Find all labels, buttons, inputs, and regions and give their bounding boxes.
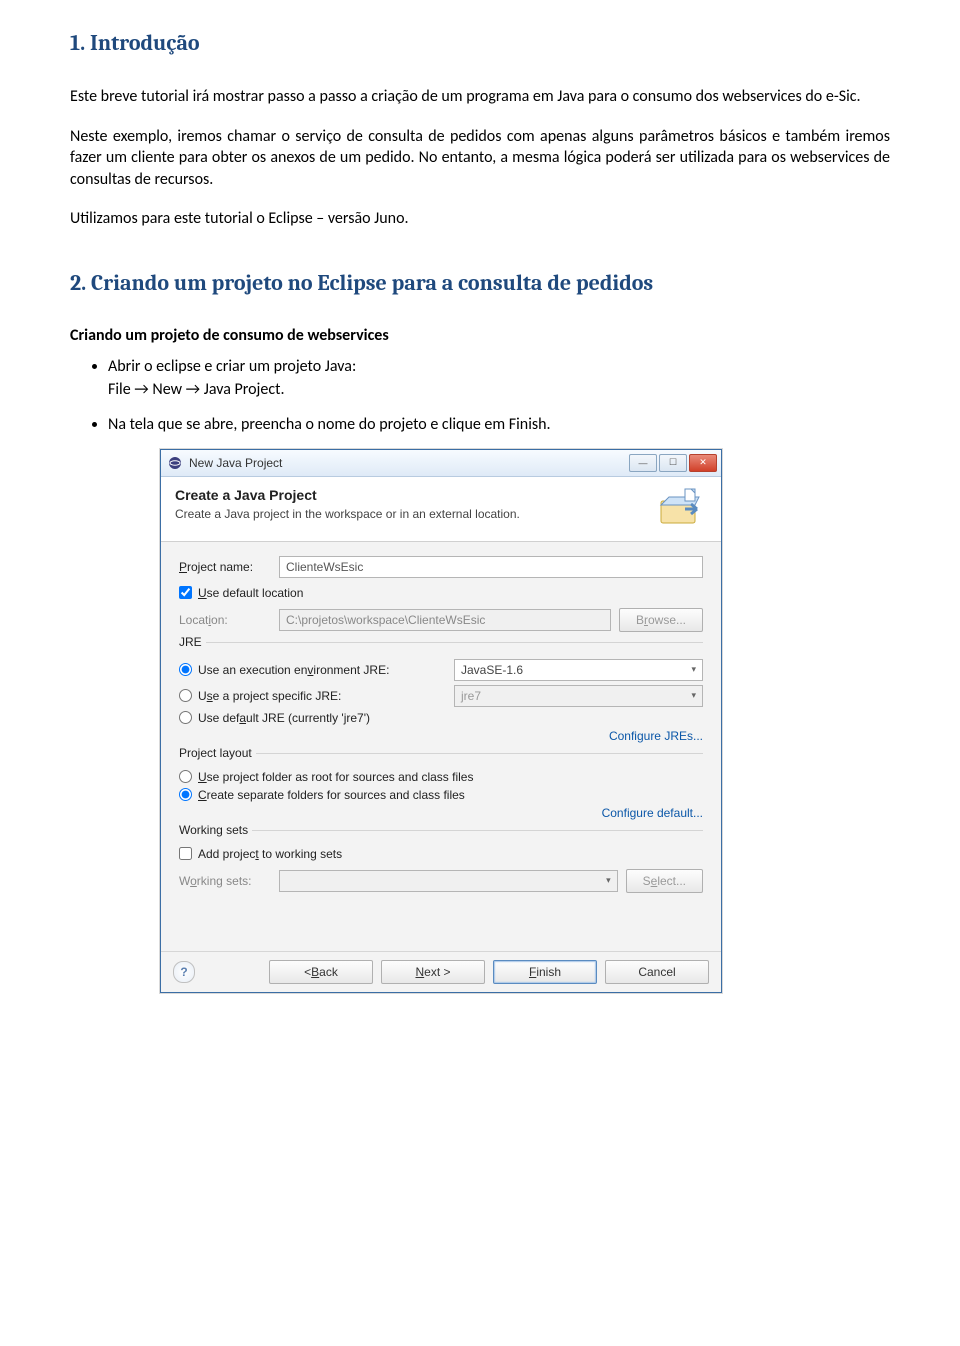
jre-env-value: JavaSE-1.6 (461, 663, 523, 677)
workingsets-group: Working sets Add project to working sets… (179, 830, 703, 893)
subheading: Criando um projeto de consumo de webserv… (70, 326, 890, 345)
list-item: Na tela que se abre, preencha o nome do … (108, 413, 890, 436)
dialog-body: Project name: ClienteWsEsic Use default … (161, 542, 721, 951)
layout-separate-label: Create separate folders for sources and … (198, 788, 465, 802)
title-bar: New Java Project — ☐ ✕ (161, 450, 721, 477)
folder-icon (655, 487, 707, 531)
location-label: Location: (179, 613, 279, 627)
location-input: C:\projetos\workspace\ClienteWsEsic (279, 609, 611, 631)
list-text: Abrir o eclipse e criar um projeto Java: (108, 357, 356, 376)
banner-subtitle: Create a Java project in the workspace o… (175, 507, 647, 521)
jre-specific-combo: jre7 ▾ (454, 685, 703, 707)
chevron-down-icon: ▾ (606, 875, 611, 886)
back-button[interactable]: < Back (269, 960, 373, 984)
layout-group: Project layout Use project folder as roo… (179, 753, 703, 820)
layout-single-radio[interactable] (179, 770, 192, 783)
button-bar: ? < Back Next > Finish Cancel (161, 951, 721, 992)
cancel-button[interactable]: Cancel (605, 960, 709, 984)
paragraph: Utilizamos para este tutorial o Eclipse … (70, 208, 890, 230)
jre-env-combo[interactable]: JavaSE-1.6 ▾ (454, 659, 703, 681)
layout-single-label: Use project folder as root for sources a… (198, 770, 473, 784)
jre-default-radio[interactable] (179, 711, 192, 724)
close-button[interactable]: ✕ (689, 454, 717, 472)
configure-default-link[interactable]: Configure default... (179, 806, 703, 820)
add-workingsets-checkbox[interactable] (179, 847, 192, 860)
jre-env-label: Use an execution environment JRE: (198, 663, 448, 677)
select-button: Select... (626, 869, 703, 893)
list-text: Na tela que se abre, preencha o nome do … (108, 415, 551, 434)
workingsets-combo: ▾ (279, 870, 618, 892)
jre-specific-radio[interactable] (179, 689, 192, 702)
jre-specific-value: jre7 (461, 689, 481, 703)
chevron-down-icon: ▾ (691, 690, 696, 701)
jre-env-radio[interactable] (179, 663, 192, 676)
new-java-project-dialog: New Java Project — ☐ ✕ Create a Java Pro… (160, 449, 722, 993)
eclipse-icon (167, 455, 183, 471)
help-icon[interactable]: ? (173, 961, 195, 983)
dialog-banner: Create a Java Project Create a Java proj… (161, 477, 721, 542)
workingsets-label: Working sets: (179, 874, 279, 888)
banner-title: Create a Java Project (175, 487, 647, 503)
maximize-button[interactable]: ☐ (659, 454, 687, 472)
use-default-location-checkbox[interactable] (179, 586, 192, 599)
add-workingsets-label: Add project to working sets (198, 847, 342, 861)
paragraph: Neste exemplo, iremos chamar o serviço d… (70, 126, 890, 191)
browse-button: Browse... (619, 608, 703, 632)
layout-separate-radio[interactable] (179, 788, 192, 801)
minimize-button[interactable]: — (629, 454, 657, 472)
dialog-title: New Java Project (189, 456, 629, 470)
heading-section2: 2. Criando um projeto no Eclipse para a … (70, 270, 890, 296)
jre-group: JRE Use an execution environment JRE: Ja… (179, 642, 703, 743)
list-item: Abrir o eclipse e criar um projeto Java:… (108, 355, 890, 401)
list-text: File → New → Java Project. (108, 380, 285, 399)
heading-intro: 1. Introdução (70, 30, 890, 56)
paragraph: Este breve tutorial irá mostrar passo a … (70, 86, 890, 108)
project-name-input[interactable]: ClienteWsEsic (279, 556, 703, 578)
workingsets-group-title: Working sets (175, 823, 252, 837)
configure-jres-link[interactable]: Configure JREs... (179, 729, 703, 743)
project-name-label: Project name: (179, 560, 279, 574)
use-default-location-label: Use default location (198, 586, 303, 600)
next-button[interactable]: Next > (381, 960, 485, 984)
jre-specific-label: Use a project specific JRE: (198, 689, 448, 703)
chevron-down-icon: ▾ (691, 664, 696, 675)
layout-group-title: Project layout (175, 746, 256, 760)
jre-default-label: Use default JRE (currently 'jre7') (198, 711, 370, 725)
jre-group-title: JRE (175, 635, 206, 649)
finish-button[interactable]: Finish (493, 960, 597, 984)
